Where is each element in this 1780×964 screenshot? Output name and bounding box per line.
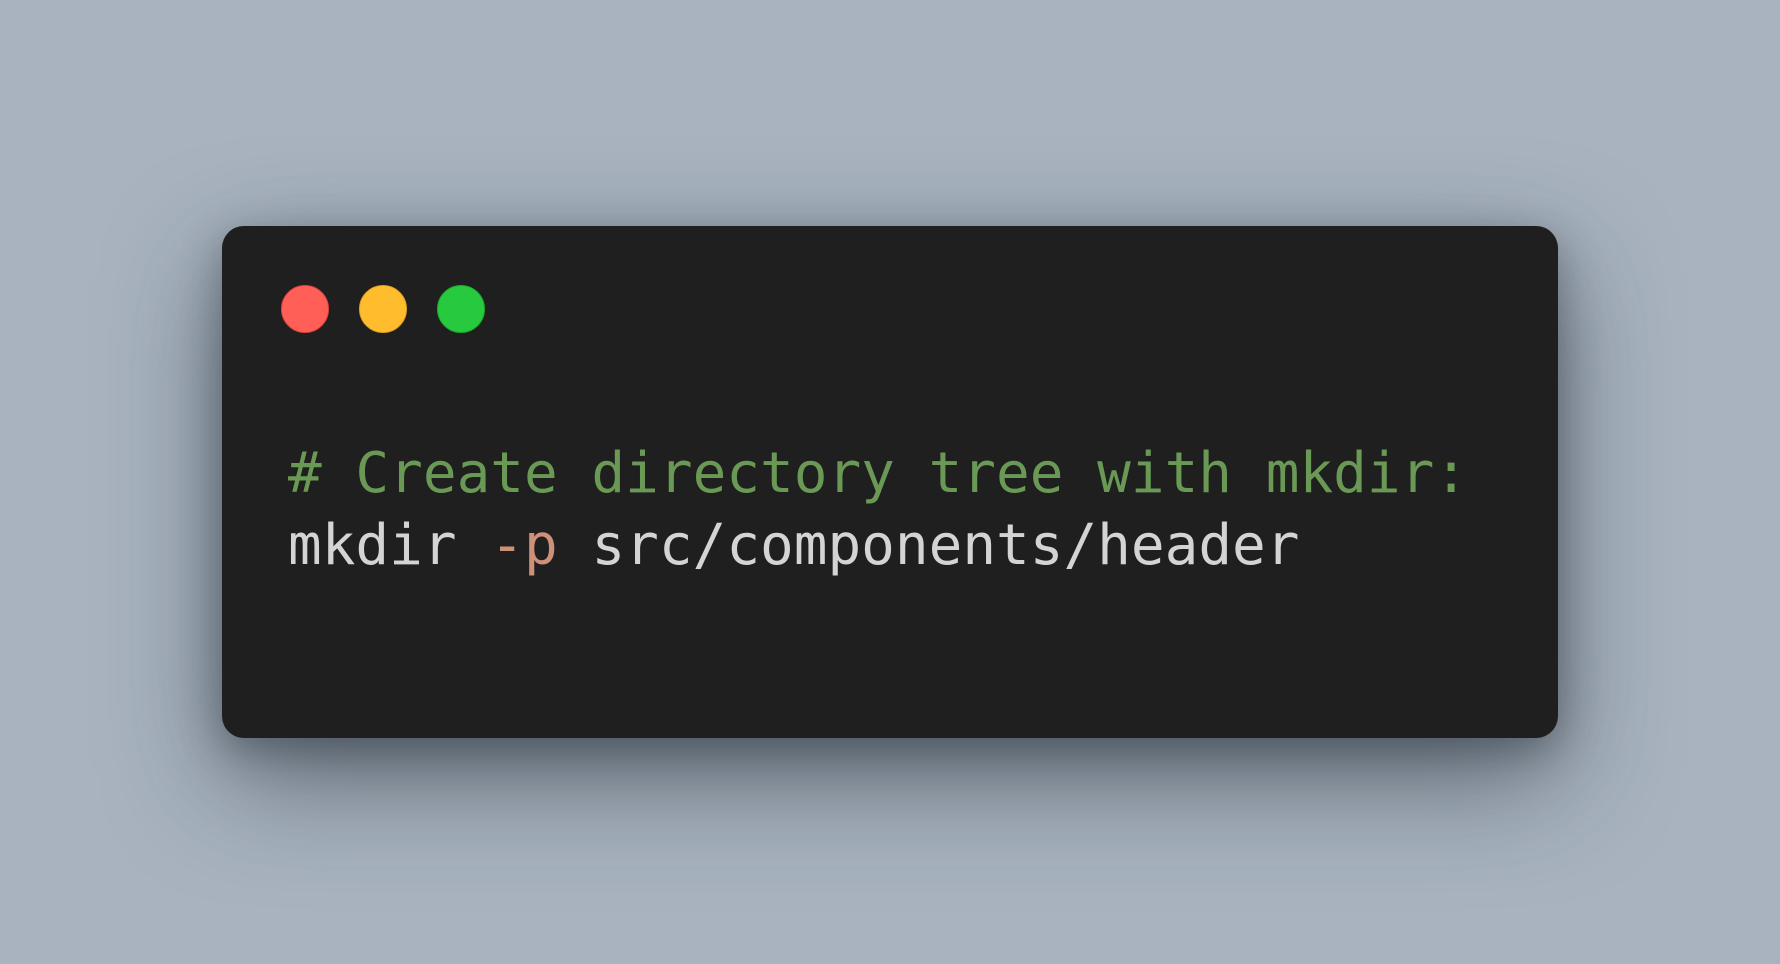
maximize-button[interactable] [437,285,485,333]
code-command-line: mkdir -p src/components/header [288,510,1468,582]
minimize-button[interactable] [359,285,407,333]
code-window: # Create directory tree with mkdir: mkdir… [222,226,1558,738]
window-controls [281,285,485,333]
command-name: mkdir [288,513,457,578]
close-button[interactable] [281,285,329,333]
code-comment: # Create directory tree with mkdir: [288,441,1469,506]
command-flag: -p [490,513,558,578]
page: { "window": { "controls": [ {"name": "cl… [0,0,1780,964]
code-block: # Create directory tree with mkdir: mkdir… [288,438,1468,582]
command-path: src/components/header [591,513,1300,578]
